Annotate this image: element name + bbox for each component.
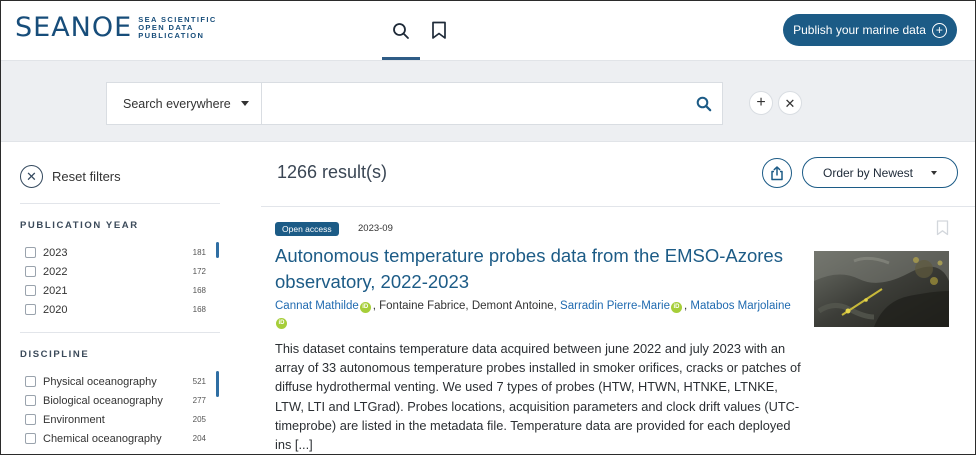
open-access-badge: Open access	[275, 222, 339, 236]
search-scope-select[interactable]: Search everywhere	[107, 83, 262, 124]
facet-option-label: 2021	[43, 284, 68, 297]
search-icon	[393, 22, 409, 39]
facet-option[interactable]: Environment 205	[25, 410, 206, 429]
facet-option[interactable]: 2020 168	[25, 300, 206, 319]
facet-option-count: 205	[192, 415, 206, 424]
seanoe-logo[interactable]: SEANOE SEA SCIENTIFIC OPEN DATA PUBLICAT…	[15, 14, 217, 42]
nav-bookmarks-tab[interactable]	[420, 1, 458, 60]
checkbox[interactable]	[25, 376, 36, 387]
chevron-down-icon	[931, 170, 938, 175]
order-by-label: Order by Newest	[822, 165, 914, 180]
facet-option-count: 172	[192, 267, 206, 276]
chevron-down-icon	[240, 101, 249, 106]
result-title-link[interactable]: Autonomous temperature probes data from …	[275, 243, 805, 295]
facet-list-publication-year: 2023 181 2022 172 2021 168 2020 168	[25, 243, 206, 319]
facet-option[interactable]: Biological oceanography 277	[25, 391, 206, 410]
facet-option-count: 168	[192, 286, 206, 295]
facet-option[interactable]: 2022 172	[25, 262, 206, 281]
facet-option-label: 2020	[43, 303, 68, 316]
sidebar-divider	[20, 332, 220, 333]
facet-option-label: Chemical oceanography	[43, 432, 162, 445]
result-authors: Cannat Mathilde iD, Fontaine Fabrice, Dem…	[275, 298, 810, 330]
facet-title-publication-year: PUBLICATION YEAR	[20, 220, 139, 231]
export-results-button[interactable]	[762, 158, 792, 188]
publish-data-button[interactable]: Publish your marine data +	[783, 14, 957, 46]
facet-scrollbar[interactable]	[216, 371, 219, 397]
results-divider	[261, 206, 975, 207]
authors-text: , Fontaine Fabrice, Demont Antoine,	[372, 300, 561, 312]
facet-scrollbar[interactable]	[216, 242, 219, 258]
orcid-icon[interactable]: iD	[670, 302, 682, 313]
clear-search-button[interactable]: ✕	[778, 91, 802, 115]
author-link[interactable]: Matabos Marjolaine	[690, 300, 790, 312]
publish-data-label: Publish your marine data	[793, 23, 926, 37]
author-link[interactable]: Cannat Mathilde	[275, 300, 359, 312]
checkbox[interactable]	[25, 247, 36, 258]
close-circle-icon: ✕	[20, 165, 43, 188]
search-scope-label: Search everywhere	[123, 96, 231, 111]
bookmark-icon[interactable]	[936, 220, 949, 236]
search-bar: Search everywhere	[106, 82, 723, 125]
facet-option[interactable]: 2023 181	[25, 243, 206, 262]
search-band: Search everywhere + ✕	[1, 60, 975, 142]
reset-filters-label: Reset filters	[52, 169, 121, 184]
checkbox[interactable]	[25, 266, 36, 277]
reset-filters-button[interactable]: ✕ Reset filters	[20, 165, 121, 188]
result-date: 2023-09	[358, 223, 393, 234]
bookmark-icon	[432, 21, 446, 39]
facet-option-label: 2023	[43, 246, 68, 259]
facet-option[interactable]: Chemical oceanography 204	[25, 429, 206, 448]
facet-list-discipline: Physical oceanography 521 Biological oce…	[25, 372, 206, 448]
facet-option[interactable]: Physical oceanography 521	[25, 372, 206, 391]
nav-search-tab[interactable]	[382, 1, 420, 60]
facet-option-count: 521	[192, 377, 206, 386]
author-link[interactable]: Sarradin Pierre-Marie	[560, 300, 670, 312]
facet-option-label: 2022	[43, 265, 68, 278]
checkbox[interactable]	[25, 395, 36, 406]
checkbox[interactable]	[25, 304, 36, 315]
facet-option-count: 204	[192, 434, 206, 443]
result-description: This dataset contains temperature data a…	[275, 341, 801, 453]
add-search-criteria-button[interactable]: +	[749, 91, 773, 115]
sidebar-divider	[20, 203, 220, 204]
facet-option-count: 181	[192, 248, 206, 257]
facet-option-label: Biological oceanography	[43, 394, 163, 407]
share-icon	[771, 165, 783, 180]
facet-option-label: Environment	[43, 413, 105, 426]
checkbox[interactable]	[25, 285, 36, 296]
checkbox[interactable]	[25, 414, 36, 425]
facet-option-count: 168	[192, 305, 206, 314]
facet-option-label: Physical oceanography	[43, 375, 157, 388]
top-header: SEANOE SEA SCIENTIFIC OPEN DATA PUBLICAT…	[1, 1, 975, 60]
facet-option-count: 277	[192, 396, 206, 405]
orcid-icon[interactable]: iD	[359, 302, 371, 313]
logo-tagline-line: PUBLICATION	[138, 31, 205, 40]
logo-tagline: SEA SCIENTIFIC OPEN DATA PUBLICATION	[138, 16, 217, 40]
checkbox[interactable]	[25, 433, 36, 444]
plus-icon: +	[756, 94, 766, 111]
results-count: 1266 result(s)	[277, 162, 388, 182]
order-by-select[interactable]: Order by Newest	[802, 157, 958, 188]
page: SEANOE SEA SCIENTIFIC OPEN DATA PUBLICAT…	[0, 0, 976, 455]
search-submit-button[interactable]	[686, 83, 722, 124]
search-input[interactable]	[262, 83, 686, 124]
close-icon: ✕	[784, 95, 796, 111]
main-nav	[382, 1, 458, 60]
facet-option[interactable]: 2021 168	[25, 281, 206, 300]
logo-wordmark: SEANOE	[15, 12, 133, 43]
orcid-icon[interactable]: iD	[276, 318, 287, 329]
search-icon	[696, 96, 712, 111]
facet-title-discipline: DISCIPLINE	[20, 349, 90, 360]
hydrothermal-vent-photo	[814, 251, 949, 327]
result-thumbnail[interactable]	[814, 251, 949, 327]
plus-circle-icon: +	[931, 22, 947, 38]
